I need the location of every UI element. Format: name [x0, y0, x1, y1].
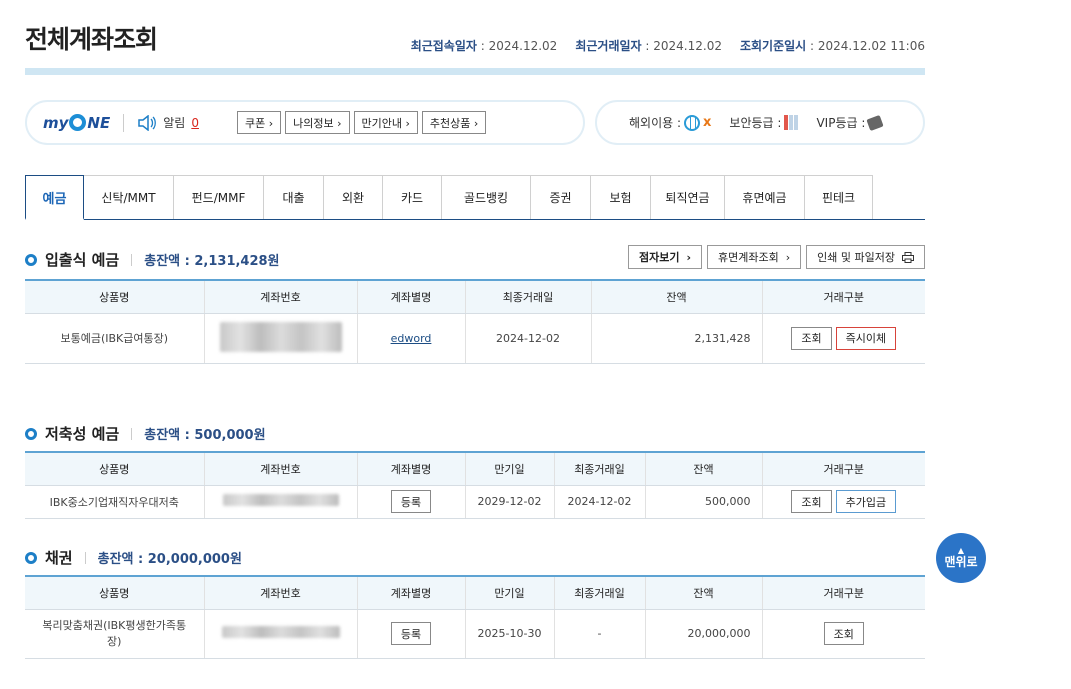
myone-logo[interactable]: my NE — [43, 114, 110, 132]
product-name: IBK중소기업재직자우대저축 — [25, 485, 205, 519]
alarm[interactable]: 알림 0 — [137, 114, 199, 131]
security-bars-icon — [784, 115, 799, 130]
bond-table: 상품명 계좌번호 계좌별명 만기일 최종거래일 잔액 거래구분 복리맞춤채권(I… — [25, 575, 925, 659]
deposit-table: 상품명 계좌번호 계좌별명 최종거래일 잔액 거래구분 보통예금(IBK급여통장… — [25, 279, 925, 364]
tab-fintech[interactable]: 핀테크 — [805, 175, 873, 219]
table-row: 복리맞춤채권(IBK평생한가족통장) 등록 2025-10-30 - 20,00… — [25, 609, 925, 659]
vip-level[interactable]: VIP등급 : — [816, 114, 885, 131]
tab-loan[interactable]: 대출 — [264, 175, 324, 219]
last-transaction: 최근거래일자 : 2024.12.02 — [575, 39, 722, 53]
tab-card[interactable]: 카드 — [383, 175, 442, 219]
action-buttons: 점자보기 › 휴면계좌조회 › 인쇄 및 파일저장 — [627, 245, 925, 269]
balance: 20,000,000 — [645, 609, 763, 659]
last-transaction-date: 2024-12-02 — [554, 485, 646, 519]
vip-card-icon — [866, 114, 885, 131]
table-header-row: 상품명 계좌번호 계좌별명 만기일 최종거래일 잔액 거래구분 — [25, 575, 925, 610]
speaker-icon — [138, 114, 157, 131]
last-login: 최근접속일자 : 2024.12.02 — [410, 39, 558, 53]
x-icon: x — [703, 115, 712, 130]
tab-deposit[interactable]: 예금 — [25, 175, 84, 220]
alarm-count[interactable]: 0 — [191, 116, 199, 130]
table-header-row: 상품명 계좌번호 계좌별명 최종거래일 잔액 거래구분 — [25, 279, 925, 314]
coupon-button[interactable]: 쿠폰 › — [236, 111, 282, 134]
tab-fund-mmf[interactable]: 펀드/MMF — [174, 175, 264, 219]
globe-icon — [684, 114, 701, 131]
bond-section-header: 채권 총잔액 : 20,000,000원 — [25, 547, 242, 568]
chevron-right-icon: › — [686, 250, 692, 264]
register-alias-button[interactable]: 등록 — [390, 490, 432, 513]
page-title: 전체계좌조회 — [25, 25, 158, 54]
last-transaction-date: 2024-12-02 — [465, 313, 592, 364]
scroll-to-top-button[interactable]: ▲ 맨위로 — [936, 533, 986, 583]
account-number — [204, 485, 358, 519]
deposit-total: 총잔액 : 2,131,428원 — [144, 254, 280, 269]
tab-forex[interactable]: 외환 — [324, 175, 383, 219]
my-info-button[interactable]: 나의정보 › — [285, 111, 350, 134]
circle-bullet-icon — [25, 427, 37, 440]
myone-panel: my NE 알림 0 쿠폰 › 나의정보 › 만기안내 › 추천상품 › — [25, 100, 585, 145]
balance: 500,000 — [645, 485, 763, 519]
tab-securities[interactable]: 증권 — [531, 175, 591, 219]
additional-deposit-button[interactable]: 추가입금 — [835, 490, 897, 513]
status-panel: 해외이용 : x 보안등급 : VIP등급 : — [595, 100, 925, 145]
savings-table: 상품명 계좌번호 계좌별명 만기일 최종거래일 잔액 거래구분 IBK중소기업재… — [25, 451, 925, 519]
security-level[interactable]: 보안등급 : — [729, 114, 799, 131]
recommended-products-button[interactable]: 추천상품 › — [421, 111, 487, 134]
print-save-button[interactable]: 인쇄 및 파일저장 — [806, 245, 925, 269]
myone-o-icon — [69, 114, 87, 131]
dormant-account-button[interactable]: 휴면계좌조회 › — [707, 245, 802, 269]
deposit-section-header: 입출식 예금 총잔액 : 2,131,428원 — [25, 249, 280, 270]
access-info: 최근접속일자 : 2024.12.02 최근거래일자 : 2024.12.02 … — [411, 37, 925, 54]
table-row: IBK중소기업재직자우대저축 등록 2029-12-02 2024-12-02 … — [25, 485, 925, 519]
tab-pension[interactable]: 퇴직연금 — [651, 175, 725, 219]
savings-section-header: 저축성 예금 총잔액 : 500,000원 — [25, 423, 266, 444]
tab-trust-mmt[interactable]: 신탁/MMT — [84, 175, 174, 219]
product-tabs: 예금 신탁/MMT 펀드/MMF 대출 외환 카드 골드뱅킹 증권 보험 퇴직연… — [25, 175, 925, 220]
query-time: 조회기준일시 : 2024.12.02 11:06 — [739, 39, 925, 53]
masked-account — [219, 321, 342, 352]
table-header-row: 상품명 계좌번호 계좌별명 만기일 최종거래일 잔액 거래구분 — [25, 451, 925, 486]
account-number — [204, 313, 358, 364]
printer-icon — [902, 251, 914, 263]
product-name: 복리맞춤채권(IBK평생한가족통장) — [25, 609, 205, 659]
inquiry-button[interactable]: 조회 — [791, 326, 832, 350]
last-transaction-date: - — [554, 609, 646, 659]
tab-dormant[interactable]: 휴면예금 — [725, 175, 805, 219]
inquiry-button[interactable]: 조회 — [791, 490, 832, 513]
balance: 2,131,428 — [591, 313, 763, 364]
account-alias-link[interactable]: edword — [391, 332, 432, 345]
circle-bullet-icon — [25, 253, 37, 266]
register-alias-button[interactable]: 등록 — [390, 622, 432, 645]
chevron-right-icon: › — [785, 250, 791, 264]
product-name: 보통예금(IBK급여통장) — [25, 313, 205, 364]
savings-total: 총잔액 : 500,000원 — [144, 428, 266, 443]
maturity-date: 2025-10-30 — [465, 609, 555, 659]
instant-transfer-button[interactable]: 즉시이체 — [835, 326, 897, 350]
masked-account — [221, 626, 340, 638]
braille-view-button[interactable]: 점자보기 › — [627, 245, 703, 269]
tab-insurance[interactable]: 보험 — [591, 175, 651, 219]
bond-total: 총잔액 : 20,000,000원 — [97, 552, 242, 567]
inquiry-button[interactable]: 조회 — [823, 622, 864, 645]
table-row: 보통예금(IBK급여통장) edword 2024-12-02 2,131,42… — [25, 313, 925, 364]
title-divider — [25, 68, 925, 75]
masked-account — [222, 494, 339, 506]
tab-gold-banking[interactable]: 골드뱅킹 — [442, 175, 531, 219]
account-number — [204, 609, 358, 659]
divider — [123, 113, 125, 132]
circle-bullet-icon — [25, 551, 37, 564]
maturity-info-button[interactable]: 만기안내 › — [353, 111, 418, 134]
overseas-use[interactable]: 해외이용 : x — [629, 114, 711, 131]
maturity-date: 2029-12-02 — [465, 485, 555, 519]
